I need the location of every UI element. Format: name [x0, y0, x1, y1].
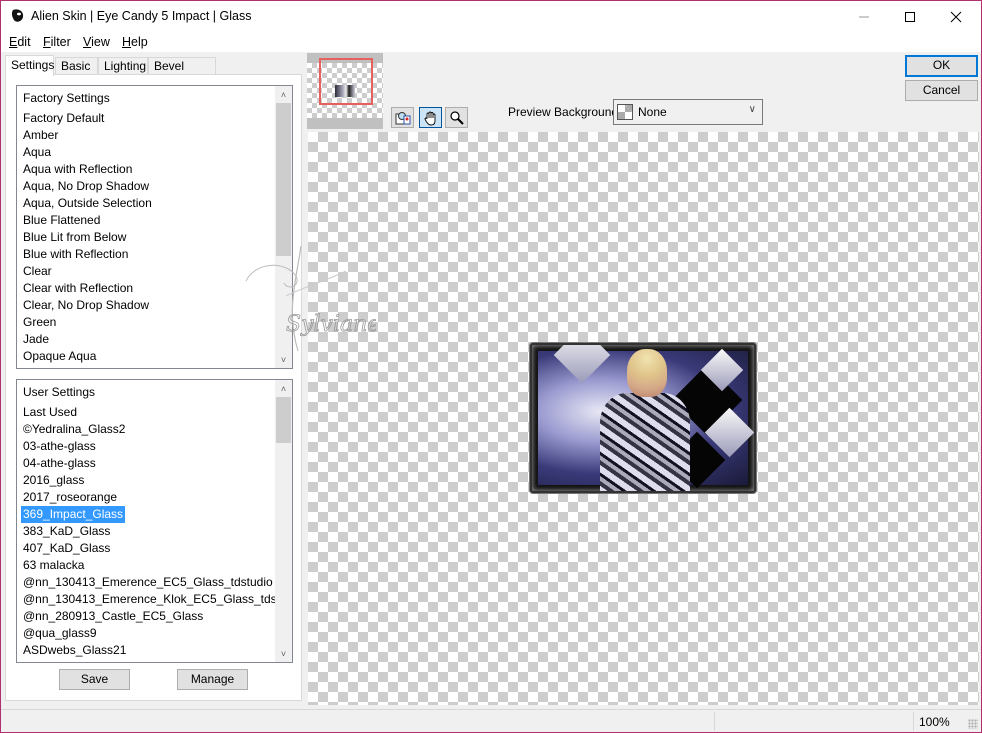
menu-filter[interactable]: Filter: [43, 35, 71, 49]
list-item[interactable]: 383_KaD_Glass: [21, 523, 112, 540]
list-item[interactable]: Blue with Reflection: [21, 246, 130, 263]
scroll-up-icon[interactable]: ˄: [275, 380, 292, 397]
list-item[interactable]: Blue Flattened: [21, 212, 102, 229]
factory-settings-header: Factory Settings: [23, 91, 110, 105]
menu-view[interactable]: View: [83, 35, 110, 49]
app-window: Alien Skin | Eye Candy 5 Impact | Glass …: [0, 0, 982, 733]
list-item[interactable]: Aqua: [21, 144, 53, 161]
user-settings-items: Last Used ©Yedralina_Glass2 03-athe-glass 0…: [21, 404, 292, 659]
user-settings-list[interactable]: User Settings Last Used ©Yedralina_Glass2…: [16, 379, 293, 663]
zoom-level: 100%: [919, 715, 950, 729]
list-item[interactable]: @nn_280913_Castle_EC5_Glass: [21, 608, 205, 625]
hand-icon: [424, 111, 435, 125]
navigator-view-frame[interactable]: [319, 58, 373, 105]
list-item[interactable]: Last Used: [21, 404, 79, 421]
alien-skin-logo-icon: [11, 9, 24, 22]
list-item[interactable]: Aqua, Outside Selection: [21, 195, 154, 212]
minimize-icon: [859, 16, 869, 17]
zoom-tool-button[interactable]: [445, 107, 468, 128]
cancel-button[interactable]: Cancel: [905, 80, 978, 101]
navigator-icon: [395, 111, 410, 124]
preview-figure-body: [600, 393, 690, 491]
navigator-tool-button[interactable]: [391, 107, 414, 128]
status-separator: [913, 712, 914, 731]
transparent-swatch-icon: [617, 104, 633, 120]
scroll-down-icon[interactable]: ˅: [275, 645, 292, 662]
list-item[interactable]: 04-athe-glass: [21, 455, 98, 472]
list-item[interactable]: Aqua with Reflection: [21, 161, 134, 178]
user-settings-header: User Settings: [23, 385, 96, 399]
chevron-down-icon: ∨: [748, 104, 756, 115]
list-item[interactable]: Amber: [21, 127, 60, 144]
ok-button[interactable]: OK: [905, 55, 978, 77]
list-item[interactable]: 2017_roseorange: [21, 489, 119, 506]
list-item[interactable]: @nn_130413_Emerence_EC5_Glass_tdstudio: [21, 574, 275, 591]
window-title: Alien Skin | Eye Candy 5 Impact | Glass: [31, 9, 252, 23]
status-bar: 100%: [1, 709, 981, 732]
list-item[interactable]: 03-athe-glass: [21, 438, 98, 455]
tab-bevel-profile[interactable]: Bevel Profile: [148, 57, 216, 90]
list-item[interactable]: 2016_glass: [21, 472, 86, 489]
list-item[interactable]: Clear with Reflection: [21, 280, 135, 297]
title-bar: Alien Skin | Eye Candy 5 Impact | Glass: [1, 1, 981, 32]
scroll-up-icon[interactable]: ˄: [275, 86, 292, 103]
list-item[interactable]: 369_Impact_Glass: [21, 506, 126, 523]
list-item[interactable]: @nn_130413_Emerence_Klok_EC5_Glass_tdstu…: [21, 591, 292, 608]
preview-background-select[interactable]: None ∨: [613, 99, 763, 125]
preview-image: [530, 343, 756, 493]
menu-edit[interactable]: Edit: [9, 35, 31, 49]
save-button[interactable]: Save: [59, 669, 130, 690]
scroll-down-icon[interactable]: ˅: [275, 351, 292, 368]
navigator-thumbnail[interactable]: [307, 53, 383, 129]
list-item[interactable]: @qua_glass9: [21, 625, 99, 642]
tab-settings[interactable]: Settings: [5, 55, 54, 76]
close-button[interactable]: [933, 1, 979, 32]
list-item[interactable]: Clear: [21, 263, 54, 280]
preview-background-value: None: [638, 105, 667, 119]
scrollbar-thumb[interactable]: [276, 103, 291, 256]
preview-background-label: Preview Background:: [508, 105, 622, 119]
zoom-icon: [449, 110, 464, 125]
list-item[interactable]: Factory Default: [21, 110, 106, 127]
navigator-image: [335, 85, 355, 97]
preview-figure-head: [627, 349, 667, 397]
list-item[interactable]: 63 malacka: [21, 557, 86, 574]
list-item[interactable]: ©Yedralina_Glass2: [21, 421, 127, 438]
menu-bar: Edit Filter View Help: [1, 32, 981, 52]
maximize-icon: [905, 11, 915, 22]
scrollbar-thumb[interactable]: [276, 397, 291, 443]
factory-scrollbar[interactable]: ˄ ˅: [275, 86, 292, 368]
list-item[interactable]: 407_KaD_Glass: [21, 540, 112, 557]
list-item[interactable]: Green: [21, 314, 58, 331]
tab-basic[interactable]: Basic: [55, 57, 98, 75]
resize-grip-icon[interactable]: [968, 719, 978, 729]
factory-settings-items: Factory Default Amber Aqua Aqua with Reflec…: [21, 110, 154, 365]
maximize-button[interactable]: [887, 1, 933, 32]
list-item[interactable]: ASDwebs_Glass21: [21, 642, 128, 659]
minimize-button[interactable]: [841, 1, 887, 32]
list-item[interactable]: Jade: [21, 331, 51, 348]
factory-settings-list[interactable]: Factory Settings Factory Default Amber Aqu…: [16, 85, 293, 369]
tab-lighting[interactable]: Lighting: [98, 57, 148, 75]
menu-help[interactable]: Help: [122, 35, 148, 49]
list-item[interactable]: Clear, No Drop Shadow: [21, 297, 151, 314]
hand-tool-button[interactable]: [419, 107, 442, 128]
list-item[interactable]: Opaque Aqua: [21, 348, 98, 365]
user-scrollbar[interactable]: ˄ ˅: [275, 380, 292, 662]
preview-canvas[interactable]: [308, 132, 979, 705]
list-item[interactable]: Blue Lit from Below: [21, 229, 128, 246]
close-icon: [950, 11, 962, 22]
manage-button[interactable]: Manage: [177, 669, 248, 690]
list-item[interactable]: Aqua, No Drop Shadow: [21, 178, 151, 195]
status-separator: [714, 712, 715, 731]
